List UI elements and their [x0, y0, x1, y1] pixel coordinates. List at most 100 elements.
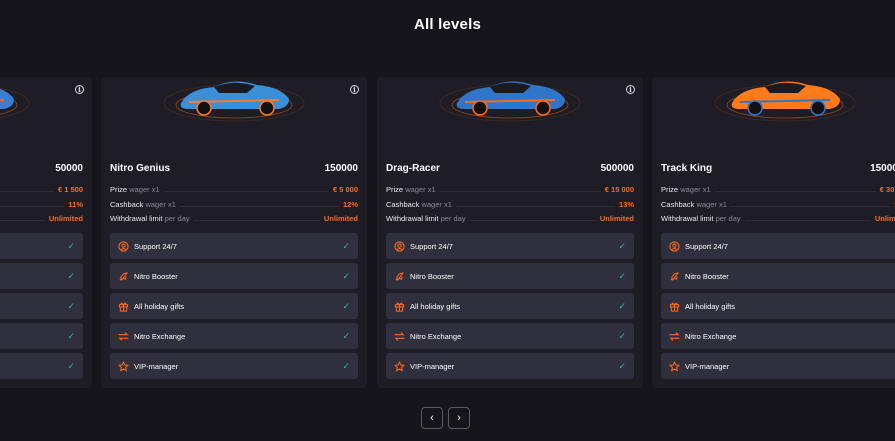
feature-label: Nitro Booster [0, 272, 67, 281]
check-icon: ✓ [342, 360, 350, 371]
feature-item: VIP-manager ✓ [386, 353, 634, 379]
prize-row: Prize wager x1 € 5 000 [110, 185, 358, 194]
star-icon [394, 360, 405, 372]
withdrawal-label: Withdrawal limit [661, 214, 714, 223]
withdrawal-row: Withdrawal limit per day Unlimited [110, 214, 358, 223]
withdrawal-row: Withdrawal limit per day Unlimited [386, 214, 634, 223]
withdrawal-value: Unlimited [874, 214, 895, 223]
feature-item: Nitro Exchange ✓ [386, 323, 634, 349]
check-icon: ✓ [342, 330, 350, 341]
chevron-left-icon: ‹ [430, 412, 434, 424]
feature-label: Nitro Exchange [410, 331, 462, 341]
withdrawal-label: Withdrawal limit [386, 214, 439, 223]
prize-sub: wager x1 [680, 185, 711, 194]
withdrawal-sub: per day [440, 214, 466, 223]
level-points: 1500000 [870, 163, 895, 174]
page-title: All levels [413, 16, 482, 33]
cashback-row: Cashback wager x1 14% [661, 200, 895, 209]
feature-item: VIP-manager ✓ [0, 353, 83, 379]
feature-item: Nitro Exchange ✓ [661, 323, 895, 349]
rocket-icon [669, 271, 680, 282]
next-button[interactable]: › [448, 407, 470, 429]
feature-item: VIP-manager ✓ [110, 353, 358, 379]
feature-item: All holiday gifts ✓ [110, 293, 358, 319]
withdrawal-sub: per day [715, 214, 741, 223]
feature-label: VIP-manager [685, 361, 730, 371]
prize-value: € 15 000 [604, 185, 634, 194]
level-points: 500000 [600, 163, 634, 174]
check-icon: ✓ [342, 300, 350, 311]
check-icon: ✓ [67, 300, 75, 311]
feature-label: Support 24/7 [0, 242, 67, 251]
feature-label: All holiday gifts [0, 302, 67, 311]
feature-item: Nitro Exchange ✓ [110, 323, 358, 349]
feature-label: Nitro Booster [685, 271, 729, 281]
cashback-sub: wager x1 [421, 200, 452, 209]
check-icon: ✓ [342, 270, 350, 281]
withdrawal-label: Withdrawal limit [110, 214, 163, 223]
cashback-label: Cashback [110, 200, 144, 209]
level-name: Drag-Racer [386, 163, 440, 174]
car-image [439, 81, 581, 122]
feature-item: All holiday gifts ✓ [661, 293, 895, 319]
level-name: Nitro Genius [110, 163, 171, 174]
prize-sub: wager x1 [129, 185, 160, 194]
prize-row: Prize wager x1 € 30 000 [661, 185, 895, 194]
prev-button[interactable]: ‹ [421, 407, 443, 429]
check-icon: ✓ [618, 360, 626, 371]
cashback-value: 11% [68, 200, 83, 209]
cashback-label: Cashback [661, 200, 695, 209]
check-icon: ✓ [618, 330, 626, 341]
feature-label: Nitro Exchange [134, 331, 186, 341]
level-card: i Drag-Racer 500000 Prize wager x1 € 15 … [377, 77, 643, 388]
star-icon [118, 360, 129, 372]
rocket-icon [118, 271, 129, 282]
feature-item: Support 24/7 ✓ [0, 233, 83, 259]
support-icon [118, 240, 129, 252]
prize-value: € 5 000 [332, 185, 358, 194]
feature-label: Support 24/7 [685, 241, 728, 251]
cashback-value: 12% [342, 200, 358, 209]
car-image [714, 81, 856, 122]
feature-item: Support 24/7 ✓ [110, 233, 358, 259]
support-icon [669, 240, 680, 252]
support-icon [394, 240, 405, 252]
prize-label: Prize [386, 185, 404, 194]
level-card: i 50000 Prize wager x1 € 1 500 Cashback … [0, 77, 92, 388]
exchange-icon [394, 331, 405, 342]
feature-label: All holiday gifts [685, 301, 736, 311]
level-name: Track King [661, 163, 713, 174]
withdrawal-row: Withdrawal limit per day Unlimited [0, 214, 83, 223]
feature-label: All holiday gifts [134, 301, 185, 311]
cashback-row: Cashback wager x1 12% [110, 200, 358, 209]
prize-sub: wager x1 [405, 185, 436, 194]
check-icon: ✓ [618, 240, 626, 251]
feature-label: Nitro Booster [410, 271, 454, 281]
feature-item: Nitro Booster ✓ [661, 263, 895, 289]
feature-item: Support 24/7 ✓ [386, 233, 634, 259]
feature-label: Support 24/7 [410, 241, 453, 251]
level-card: i Nitro Genius 150000 Prize wager x1 € 5… [101, 77, 367, 388]
car-image [163, 81, 305, 122]
feature-item: Support 24/7 ✓ [661, 233, 895, 259]
feature-item: Nitro Exchange ✓ [0, 323, 83, 349]
withdrawal-sub: per day [164, 214, 190, 223]
check-icon: ✓ [67, 330, 75, 341]
prize-value: € 1 500 [57, 185, 83, 194]
feature-label: VIP-manager [0, 362, 67, 371]
prize-value: € 30 000 [879, 185, 895, 194]
info-icon[interactable]: i [350, 85, 359, 94]
withdrawal-row: Withdrawal limit per day Unlimited [661, 214, 895, 223]
star-icon [669, 360, 680, 372]
feature-label: VIP-manager [410, 361, 455, 371]
check-icon: ✓ [618, 270, 626, 281]
info-icon[interactable]: i [626, 85, 635, 94]
feature-label: Support 24/7 [134, 241, 177, 251]
car-image [0, 87, 30, 119]
gift-icon [394, 301, 405, 312]
cashback-label: Cashback [386, 200, 420, 209]
withdrawal-value: Unlimited [323, 214, 358, 223]
levels-carousel[interactable]: i 50000 Prize wager x1 € 1 500 Cashback … [0, 77, 895, 389]
feature-label: Nitro Exchange [685, 331, 737, 341]
info-icon[interactable]: i [75, 85, 84, 94]
